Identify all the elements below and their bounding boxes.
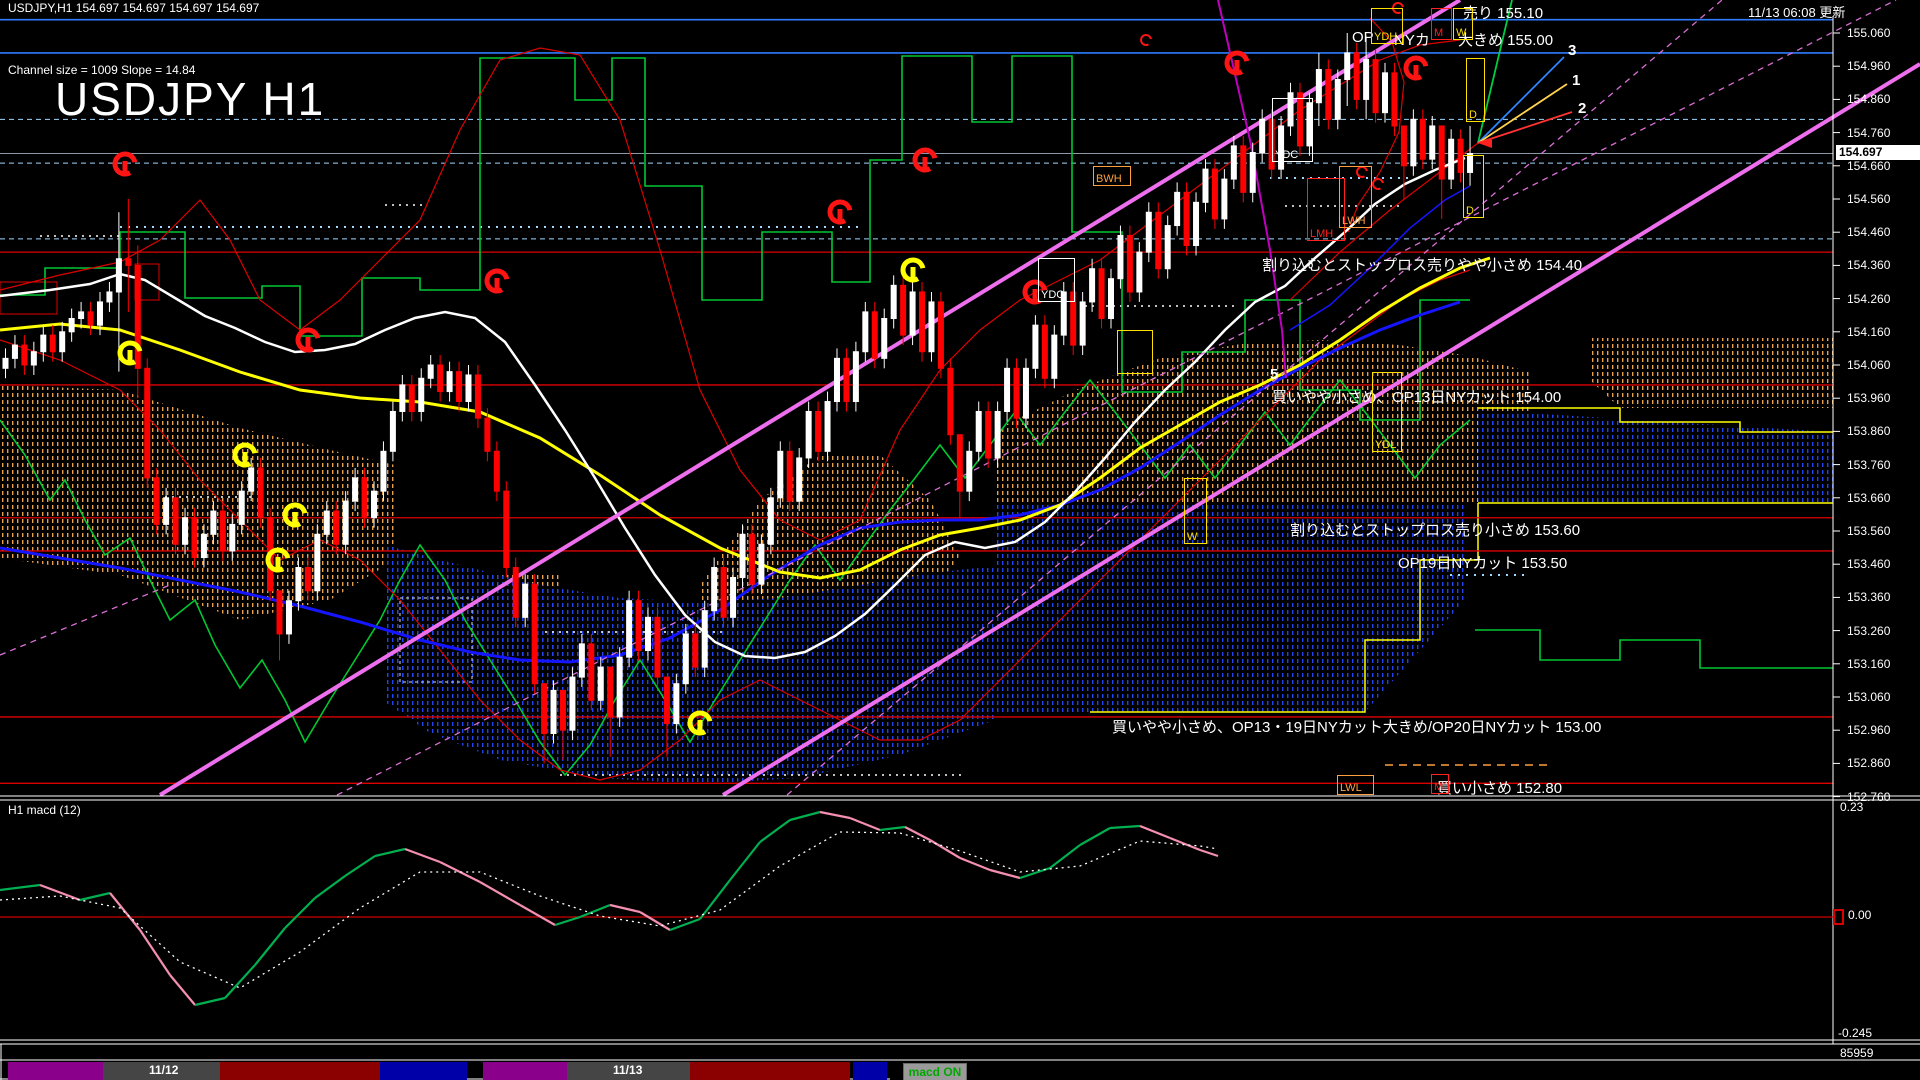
chart-object-box-w[interactable]: W — [1184, 478, 1207, 544]
chart-object-label: W — [1187, 531, 1197, 543]
session-date-label: 11/12 — [149, 1063, 178, 1077]
chart-object-box-m[interactable]: M — [1431, 8, 1452, 40]
chart-object-box-ydl[interactable]: YDL — [1372, 372, 1402, 452]
session-bar-segment — [853, 1062, 887, 1080]
chart-object-box-ydh[interactable]: YDH — [1371, 8, 1403, 44]
price-axis-tick: 154.060 — [1847, 358, 1890, 372]
session-bar-segment — [220, 1062, 380, 1080]
annotation-sell-153-60: 割り込むとストップロス売り小さめ 153.60 — [1290, 519, 1580, 540]
price-axis-tick: 153.260 — [1847, 624, 1890, 638]
price-axis-tick: 153.660 — [1847, 491, 1890, 505]
price-axis-tick: 153.560 — [1847, 524, 1890, 538]
macd-scale-zero: 0.00 — [1848, 908, 1871, 922]
session-bar-segment: 11/12 — [103, 1062, 220, 1080]
sell-quote-label: 売り 155.10 — [1463, 2, 1543, 23]
price-axis-tick: 154.360 — [1847, 258, 1890, 272]
session-bar-segment — [380, 1062, 467, 1080]
price-axis-tick: 153.360 — [1847, 590, 1890, 604]
chart-object-label: YDC — [1041, 289, 1064, 301]
chart-object-box-m[interactable]: M — [1431, 774, 1449, 794]
chart-object-label: M — [1434, 27, 1443, 39]
chart-object-label: YDH — [1374, 31, 1397, 43]
current-price-tag: 154.697 — [1836, 145, 1920, 160]
chart-object-label: YDC — [1275, 149, 1298, 161]
chart-object-label: D — [1469, 109, 1477, 121]
price-axis-tick: 153.760 — [1847, 458, 1890, 472]
chart-object-label: LMH — [1310, 228, 1333, 240]
session-bar-segment: 11/13 — [567, 1062, 690, 1080]
price-axis-tick: 153.960 — [1847, 391, 1890, 405]
session-date-label: 11/13 — [613, 1063, 642, 1077]
price-axis-tick: 154.760 — [1847, 126, 1890, 140]
price-axis-tick: 154.160 — [1847, 325, 1890, 339]
macd-scale-extra: 85959 — [1840, 1046, 1873, 1060]
chart-canvas[interactable] — [0, 0, 1920, 1080]
macd-scale-bottom: -0.245 — [1838, 1026, 1872, 1040]
price-axis-tick: 153.860 — [1847, 424, 1890, 438]
chart-object-box-w[interactable]: W — [1453, 8, 1473, 40]
chart-object-label: M — [1434, 781, 1443, 793]
price-axis-tick: 153.060 — [1847, 690, 1890, 704]
chart-object-box-lwh[interactable]: LWH — [1339, 166, 1372, 228]
wave-label-5: 5 — [1270, 366, 1278, 383]
price-axis-tick: 152.860 — [1847, 756, 1890, 770]
price-axis-tick: 152.760 — [1847, 790, 1890, 804]
annotation-op19-153-50: OP19日NYカット 153.50 — [1398, 552, 1567, 573]
price-axis-tick: 154.960 — [1847, 59, 1890, 73]
price-axis-tick: 154.560 — [1847, 192, 1890, 206]
session-bar-segment — [483, 1062, 567, 1080]
wave-label-1: 1 — [1572, 72, 1580, 89]
chart-object-label: LWL — [1340, 782, 1362, 794]
chart-object-label: BWH — [1096, 173, 1122, 185]
chart-object-label: W — [1456, 27, 1466, 39]
chart-object-box-ydc[interactable]: YDC — [1272, 98, 1313, 162]
chart-object-label: YDL — [1375, 439, 1396, 451]
chart-object-box-bwh[interactable]: BWH — [1093, 166, 1131, 186]
wave-label-3: 3 — [1568, 42, 1576, 59]
annotation-buy-152-80: 買い小さめ 152.80 — [1437, 777, 1562, 798]
price-axis-tick: 152.960 — [1847, 723, 1890, 737]
chart-object-label: LWH — [1342, 215, 1366, 227]
trading-chart-window: USDJPY,H1 154.697 154.697 154.697 154.69… — [0, 0, 1920, 1080]
chart-object-box-ydc[interactable]: YDC — [1038, 258, 1075, 302]
annotation-buy-153-00: 買いやや小さめ、OP13・19日NYカット大きめ/OP20日NYカット 153.… — [1112, 716, 1601, 737]
macd-panel-label: H1 macd (12) — [8, 803, 81, 817]
chart-object-box-d[interactable]: D — [1463, 155, 1484, 218]
price-axis-tick: 154.660 — [1847, 159, 1890, 173]
session-bar-segment — [690, 1062, 850, 1080]
symbol-title: USDJPY,H1 154.697 154.697 154.697 154.69… — [8, 1, 259, 15]
chart-object-box-lwl[interactable]: LWL — [1337, 775, 1374, 795]
price-axis-tick: 153.460 — [1847, 557, 1890, 571]
chart-object-box-unlabeled[interactable] — [1117, 330, 1153, 374]
session-bar-segment — [8, 1062, 103, 1080]
price-axis-tick: 155.060 — [1847, 26, 1890, 40]
chart-object-box-d[interactable]: D — [1466, 58, 1485, 122]
update-timestamp: 11/13 06:08 更新 — [1748, 2, 1845, 21]
price-axis-tick: 154.260 — [1847, 292, 1890, 306]
annotation-buy-154-00: 買いやや小さめ、OP13日NYカット 154.00 — [1272, 386, 1561, 407]
macd-toggle-button[interactable]: macd ON — [903, 1063, 967, 1080]
price-axis-tick: 153.160 — [1847, 657, 1890, 671]
chart-object-label: D — [1466, 205, 1474, 217]
watermark-symbol: USDJPY H1 — [55, 72, 325, 126]
wave-label-2: 2 — [1578, 100, 1586, 117]
annotation-sell-154-40: 割り込むとストップロス売りやや小さめ 154.40 — [1262, 254, 1582, 275]
price-axis-tick: 154.860 — [1847, 92, 1890, 106]
price-axis-tick: 154.460 — [1847, 225, 1890, 239]
